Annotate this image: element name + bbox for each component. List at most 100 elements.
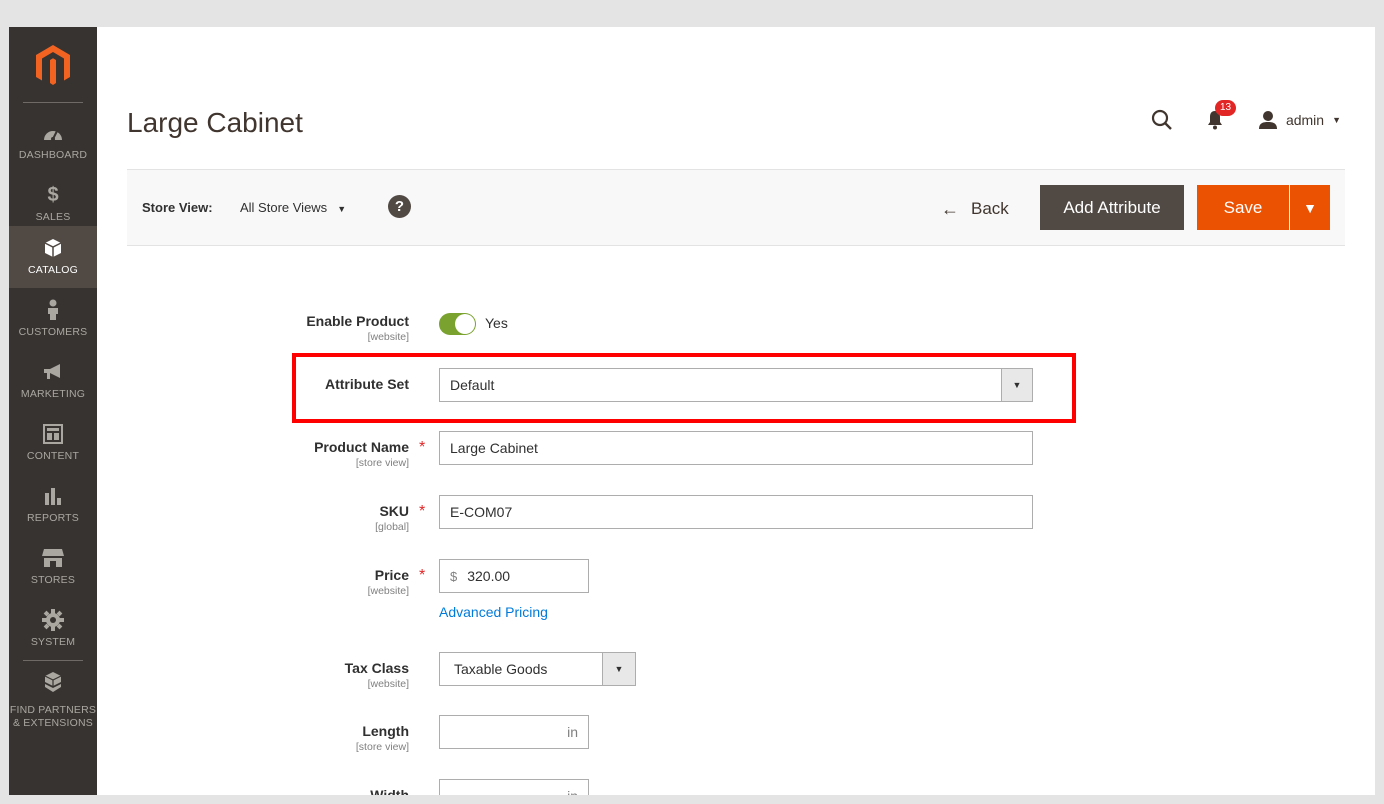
length-scope: [store view] bbox=[355, 741, 409, 753]
required-asterisk: * bbox=[419, 439, 426, 456]
enable-product-value: Yes bbox=[485, 315, 508, 331]
dollar-icon: $ bbox=[47, 183, 59, 206]
back-label: Back bbox=[971, 199, 1009, 218]
price-label: Price bbox=[374, 567, 409, 583]
arrow-left-icon: ← bbox=[941, 198, 959, 219]
required-asterisk: * bbox=[419, 503, 426, 520]
store-view-switcher[interactable]: All Store Views ▼ bbox=[240, 200, 346, 215]
person-icon bbox=[9, 298, 97, 322]
attribute-set-label-group: Attribute Set bbox=[149, 376, 409, 392]
bar-chart-icon bbox=[9, 484, 97, 508]
nav-reports-label: REPORTS bbox=[27, 512, 79, 524]
nav-system[interactable]: SYSTEM bbox=[9, 598, 97, 660]
enable-product-label-group: Enable Product [website] bbox=[149, 313, 409, 343]
nav-dashboard-label: DASHBOARD bbox=[18, 149, 88, 161]
sku-scope: [global] bbox=[375, 521, 409, 533]
layout-icon bbox=[9, 422, 97, 446]
user-icon bbox=[1258, 111, 1277, 129]
add-attribute-button[interactable]: Add Attribute bbox=[1040, 185, 1184, 230]
width-input[interactable]: in bbox=[439, 779, 589, 795]
price-input[interactable]: $ 320.00 bbox=[439, 559, 589, 593]
product-name-label-group: Product Name [store view] bbox=[149, 439, 409, 469]
tax-class-label: Tax Class bbox=[344, 660, 409, 676]
cubes-icon bbox=[9, 670, 97, 694]
gear-icon bbox=[9, 608, 97, 632]
caret-down-icon: ▼ bbox=[614, 664, 624, 674]
price-value: 320.00 bbox=[467, 568, 511, 584]
user-name: admin bbox=[1285, 112, 1325, 128]
notifications-button[interactable]: 13 bbox=[1204, 100, 1237, 132]
search-icon[interactable] bbox=[1150, 108, 1174, 132]
admin-frame: DASHBOARD $ SALES CATALOG CUSTOMERS MARK… bbox=[9, 27, 1375, 795]
select-toggle[interactable]: ▼ bbox=[1001, 368, 1033, 402]
nav-stores-label: STORES bbox=[30, 574, 76, 586]
nav-dashboard[interactable]: DASHBOARD bbox=[9, 111, 97, 173]
length-input[interactable]: in bbox=[439, 715, 589, 749]
sku-label: SKU bbox=[379, 503, 409, 519]
logo-divider bbox=[23, 102, 83, 103]
save-options-toggle[interactable]: ▼ bbox=[1290, 185, 1330, 230]
help-icon[interactable]: ? bbox=[388, 195, 411, 218]
nav-system-label: SYSTEM bbox=[30, 636, 76, 648]
nav-customers-label: CUSTOMERS bbox=[18, 326, 88, 338]
nav-content[interactable]: CONTENT bbox=[9, 412, 97, 474]
nav-catalog-label: CATALOG bbox=[27, 264, 79, 276]
enable-product-label: Enable Product bbox=[306, 313, 409, 329]
product-name-input[interactable]: Large Cabinet bbox=[439, 431, 1033, 465]
notifications-badge: 13 bbox=[1214, 100, 1237, 116]
advanced-pricing-link[interactable]: Advanced Pricing bbox=[439, 604, 548, 620]
caret-down-icon: ▼ bbox=[1303, 199, 1317, 216]
nav-content-label: CONTENT bbox=[26, 450, 80, 462]
nav-find-partners-label: FIND PARTNERS & EXTENSIONS bbox=[9, 704, 97, 729]
price-label-group: Price [website] bbox=[149, 567, 409, 597]
tax-class-value: Taxable Goods bbox=[454, 661, 548, 677]
tax-class-select[interactable]: Taxable Goods ▼ bbox=[439, 652, 636, 686]
page-title: Large Cabinet bbox=[127, 107, 303, 138]
header-actions: 13 admin ▼ bbox=[1150, 100, 1341, 133]
box-icon bbox=[9, 236, 97, 260]
required-asterisk: * bbox=[419, 567, 426, 584]
magento-logo-icon[interactable] bbox=[33, 43, 73, 87]
user-menu[interactable]: admin ▼ bbox=[1258, 110, 1341, 130]
nav-marketing-label: MARKETING bbox=[20, 388, 86, 400]
sku-label-group: SKU [global] bbox=[149, 503, 409, 533]
attribute-set-select[interactable]: Default ▼ bbox=[439, 368, 1033, 402]
store-icon bbox=[9, 546, 97, 570]
length-label: Length bbox=[362, 723, 409, 739]
enable-product-toggle[interactable] bbox=[439, 313, 476, 335]
attribute-set-label: Attribute Set bbox=[325, 376, 409, 392]
width-label-group: Width bbox=[149, 787, 409, 795]
back-button[interactable]: ← Back bbox=[941, 194, 1009, 224]
save-button[interactable]: Save bbox=[1197, 185, 1289, 230]
product-name-label: Product Name bbox=[314, 439, 409, 455]
width-unit: in bbox=[567, 788, 578, 795]
nav-reports[interactable]: REPORTS bbox=[9, 474, 97, 536]
caret-down-icon: ▼ bbox=[1012, 380, 1022, 390]
megaphone-icon bbox=[9, 360, 97, 384]
store-view-value: All Store Views bbox=[240, 200, 328, 215]
store-view-label: Store View: bbox=[142, 200, 213, 215]
width-label: Width bbox=[370, 787, 409, 795]
page-actions-toolbar: Store View: All Store Views ▼ ? ← Back Ad… bbox=[127, 169, 1345, 246]
nav-sales-label: SALES bbox=[35, 211, 71, 223]
select-toggle[interactable]: ▼ bbox=[602, 652, 636, 686]
attribute-set-value: Default bbox=[450, 377, 495, 393]
enable-product-scope: [website] bbox=[367, 331, 409, 343]
nav-catalog[interactable]: CATALOG bbox=[9, 226, 97, 288]
chevron-down-icon: ▼ bbox=[337, 204, 347, 214]
chevron-down-icon: ▼ bbox=[1332, 115, 1341, 125]
length-label-group: Length [store view] bbox=[149, 723, 409, 753]
nav-find-partners[interactable]: FIND PARTNERS & EXTENSIONS bbox=[9, 660, 97, 730]
dashboard-icon bbox=[9, 121, 97, 145]
length-unit: in bbox=[567, 724, 578, 740]
tax-class-scope: [website] bbox=[367, 678, 409, 690]
admin-sidebar: DASHBOARD $ SALES CATALOG CUSTOMERS MARK… bbox=[9, 27, 97, 795]
price-scope: [website] bbox=[367, 585, 409, 597]
toggle-knob bbox=[455, 314, 475, 334]
tax-class-label-group: Tax Class [website] bbox=[149, 660, 409, 690]
nav-customers[interactable]: CUSTOMERS bbox=[9, 288, 97, 350]
nav-stores[interactable]: STORES bbox=[9, 536, 97, 598]
currency-symbol: $ bbox=[450, 568, 458, 584]
sku-input[interactable]: E-COM07 bbox=[439, 495, 1033, 529]
nav-marketing[interactable]: MARKETING bbox=[9, 350, 97, 412]
